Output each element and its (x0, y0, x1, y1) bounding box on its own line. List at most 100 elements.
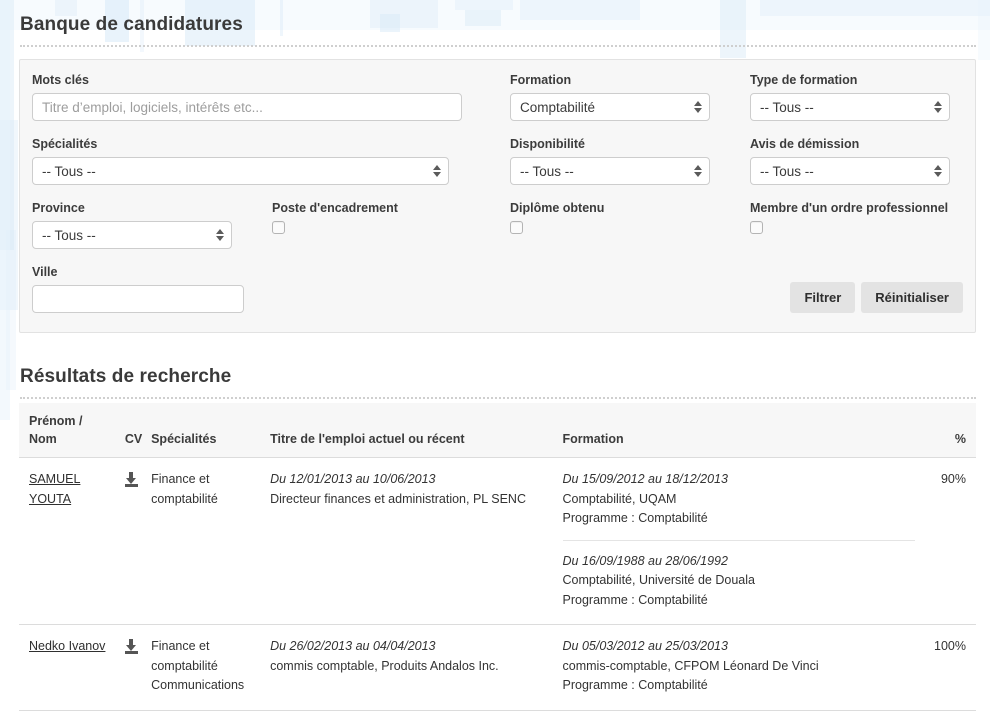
formation-value: Comptabilité (520, 99, 596, 115)
diploma-obtained-checkbox[interactable] (510, 221, 523, 234)
experience-title: commis comptable, Produits Andalos Inc. (270, 658, 499, 673)
management-position-checkbox[interactable] (272, 221, 285, 234)
formation-cell: Du 05/03/2012 au 25/03/2013 commis-compt… (562, 624, 921, 711)
chevron-updown-icon (432, 163, 441, 179)
results-table-body: SAMUEL YOUTA Finance et comptabilité Du … (19, 457, 976, 711)
specialty-item: Finance et (151, 472, 210, 486)
province-label: Province (32, 201, 85, 215)
table-header-row: Prénom / Nom CV Spécialités Titre de l'e… (19, 403, 976, 458)
management-position-label: Poste d'encadrement (272, 201, 398, 215)
column-header-name-line2: Nom (29, 432, 57, 446)
cv-cell (124, 624, 152, 711)
reset-button[interactable]: Réinitialiser (861, 282, 963, 313)
column-header-job-title: Titre de l'emploi actuel ou récent (270, 403, 563, 458)
resignation-notice-value: -- Tous -- (760, 163, 814, 179)
education-dates: Du 05/03/2012 au 25/03/2013 (562, 639, 728, 653)
chevron-updown-icon (933, 99, 942, 115)
availability-select[interactable]: -- Tous -- (510, 157, 710, 185)
resignation-notice-select[interactable]: -- Tous -- (750, 157, 950, 185)
filter-button[interactable]: Filtrer (790, 282, 856, 313)
education-school: Comptabilité, Université de Douala (562, 573, 755, 587)
candidate-name-line1: Nedko Ivanov (29, 639, 106, 653)
chevron-updown-icon (693, 99, 702, 115)
specialties-select[interactable]: -- Tous -- (32, 157, 449, 185)
specialty-item: Finance et (151, 639, 210, 653)
table-row: Nedko Ivanov Finance et comptabilité Com… (19, 624, 976, 711)
candidate-name-line1: SAMUEL (29, 472, 81, 486)
availability-value: -- Tous -- (520, 163, 574, 179)
education-program: Programme : Comptabilité (562, 511, 708, 525)
province-value: -- Tous -- (42, 227, 96, 243)
keywords-label: Mots clés (32, 73, 89, 87)
province-select[interactable]: -- Tous -- (32, 221, 232, 249)
experience-dates: Du 26/02/2013 au 04/04/2013 (270, 639, 436, 653)
resignation-notice-label: Avis de démission (750, 137, 860, 151)
chevron-updown-icon (933, 163, 942, 179)
candidate-name-cell: Nedko Ivanov (19, 624, 125, 711)
candidate-link[interactable]: SAMUEL (29, 470, 80, 490)
experience-title: Directeur finances et administration, PL… (270, 491, 526, 506)
chevron-updown-icon (215, 227, 224, 243)
search-input[interactable] (32, 93, 462, 121)
education-program: Programme : Comptabilité (562, 592, 708, 607)
diploma-obtained-label: Diplôme obtenu (510, 201, 605, 215)
results-table: Prénom / Nom CV Spécialités Titre de l'e… (19, 403, 976, 711)
results-divider (20, 397, 976, 399)
formation-label: Formation (510, 73, 572, 87)
job-title-cell: Du 12/01/2013 au 10/06/2013 Directeur fi… (270, 457, 563, 625)
professional-order-checkbox[interactable] (750, 221, 763, 234)
formation-type-select[interactable]: -- Tous -- (750, 93, 950, 121)
match-percent-cell: 100% (920, 624, 976, 711)
education-dates: Du 16/09/1988 au 28/06/1992 (562, 553, 728, 568)
results-table-header: Prénom / Nom CV Spécialités Titre de l'e… (19, 403, 976, 458)
column-header-specialties-label: Spécialités (151, 432, 217, 446)
specialty-item: Communications (151, 678, 245, 692)
education-entry: Du 15/09/2012 au 18/12/2013 Comptabilité… (563, 470, 915, 529)
column-header-formation-label: Formation (562, 432, 624, 446)
availability-label: Disponibilité (510, 137, 585, 151)
title-divider (20, 45, 976, 47)
column-header-percent-label: % (954, 432, 966, 446)
specialty-item: comptabilité (151, 658, 218, 673)
chevron-updown-icon (693, 163, 702, 179)
formation-cell: Du 15/09/2012 au 18/12/2013 Comptabilité… (562, 457, 921, 625)
experience-dates: Du 12/01/2013 au 10/06/2013 (270, 472, 436, 486)
specialties-label: Spécialités (32, 137, 98, 151)
column-header-percent: % (920, 403, 976, 458)
formation-select[interactable]: Comptabilité (510, 93, 710, 121)
column-header-formation: Formation (562, 403, 921, 458)
match-percent-cell: 90% (920, 457, 976, 625)
candidate-name-cell: SAMUEL YOUTA (19, 457, 125, 625)
specialty-item: comptabilité (151, 491, 218, 506)
formation-type-value: -- Tous -- (760, 99, 814, 115)
candidate-name-line2: YOUTA (29, 491, 72, 506)
candidate-link-line2[interactable]: YOUTA (29, 490, 71, 510)
city-input[interactable] (32, 285, 244, 313)
column-header-job-title-label: Titre de l'emploi actuel ou récent (270, 432, 465, 446)
column-header-specialties: Spécialités (151, 403, 271, 458)
column-header-cv: CV (124, 403, 152, 458)
education-entry: Du 16/09/1988 au 28/06/1992 Comptabilité… (562, 539, 915, 611)
education-school: commis-comptable, CFPOM Léonard De Vinci (562, 658, 819, 673)
professional-order-label: Membre d'un ordre professionnel (750, 201, 949, 215)
formation-type-label: Type de formation (750, 73, 858, 87)
job-title-cell: Du 26/02/2013 au 04/04/2013 commis compt… (270, 624, 563, 711)
column-header-name: Prénom / Nom (19, 403, 125, 458)
column-header-cv-label: CV (124, 432, 143, 446)
specialties-cell: Finance et comptabilité Communications (151, 624, 271, 711)
cv-cell (124, 457, 152, 625)
table-row: SAMUEL YOUTA Finance et comptabilité Du … (19, 457, 976, 625)
download-icon[interactable] (124, 472, 138, 487)
education-dates: Du 15/09/2012 au 18/12/2013 (562, 472, 728, 486)
education-program: Programme : Comptabilité (562, 678, 708, 692)
specialties-cell: Finance et comptabilité (151, 457, 271, 625)
column-header-name-line1: Prénom / (29, 414, 83, 428)
specialties-value: -- Tous -- (42, 163, 96, 179)
candidate-link[interactable]: Nedko Ivanov (29, 637, 105, 657)
download-icon[interactable] (124, 639, 138, 654)
results-title: Résultats de recherche (20, 366, 232, 387)
city-label: Ville (32, 265, 58, 279)
search-filter-panel: Mots clés Formation Comptabilité Type de… (19, 59, 976, 333)
education-school: Comptabilité, UQAM (562, 491, 677, 506)
page-title: Banque de candidatures (20, 14, 243, 35)
